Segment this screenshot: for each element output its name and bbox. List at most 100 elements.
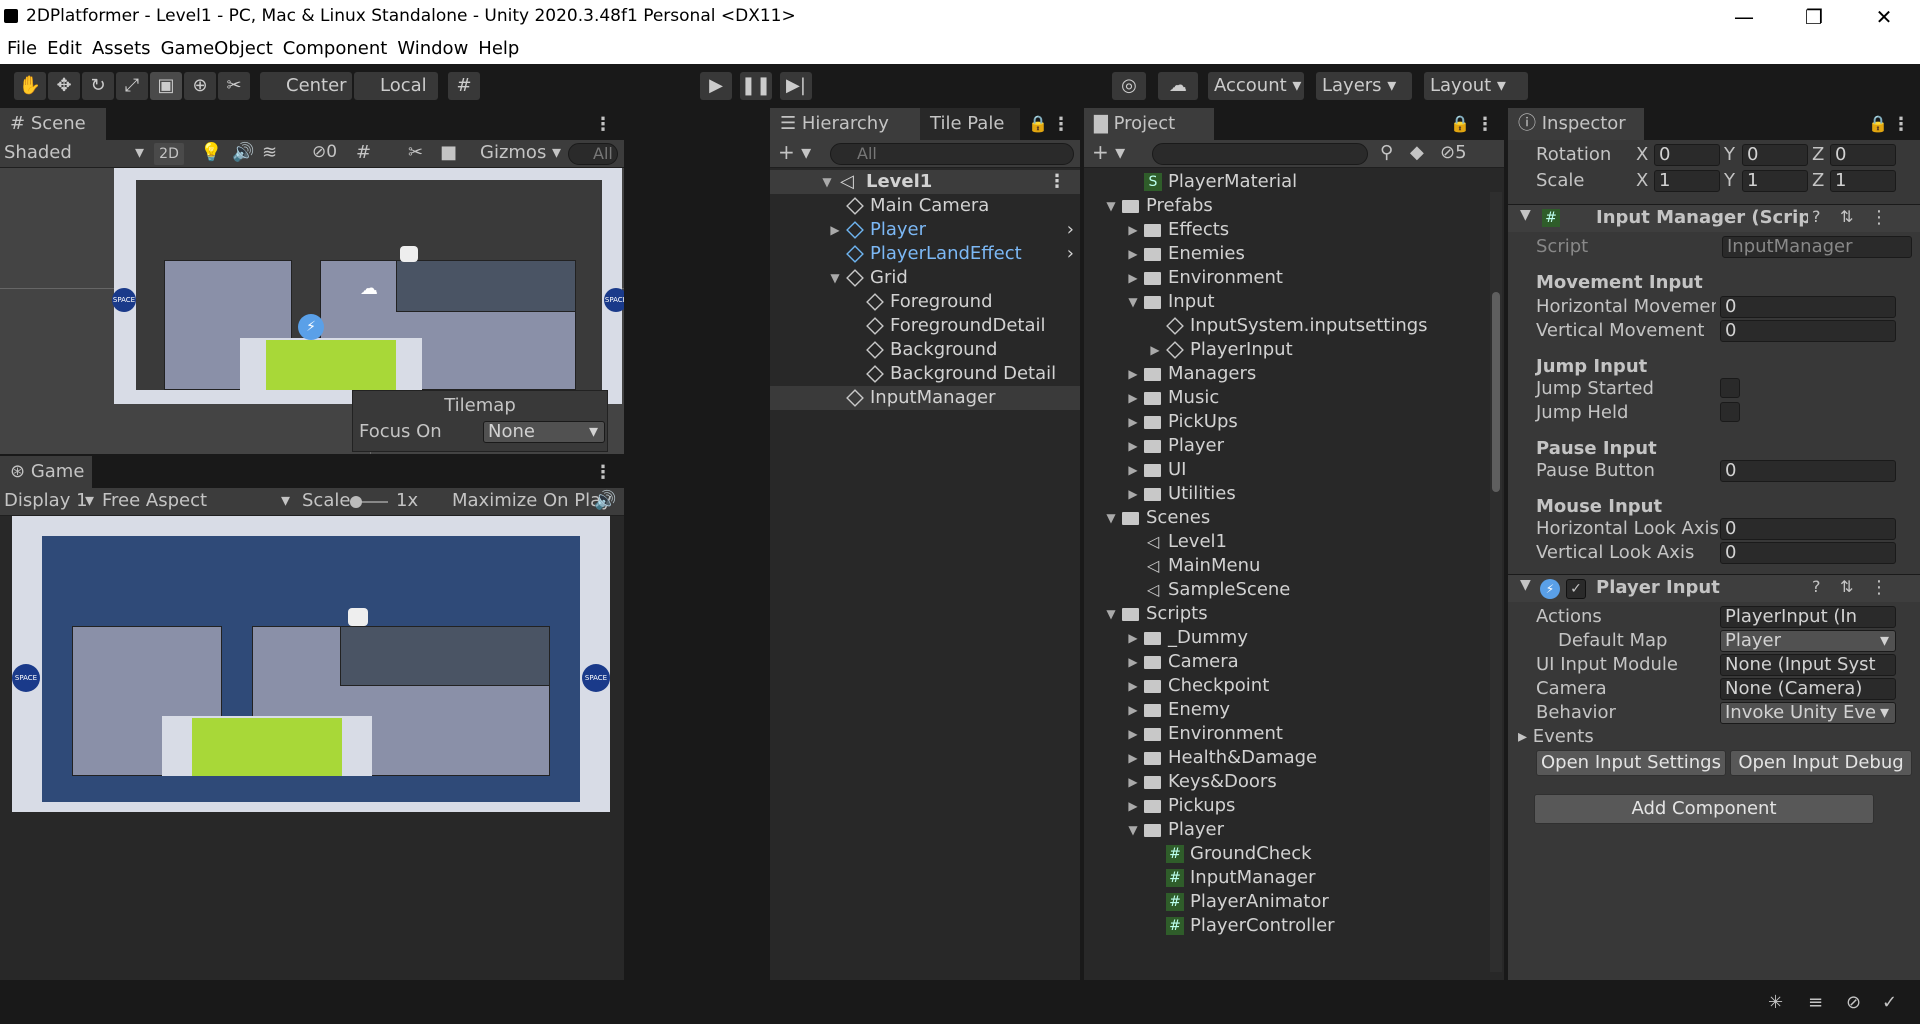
step-button[interactable]: ▶| <box>780 72 812 100</box>
foldout-arrow-icon[interactable]: ▼ <box>1126 290 1140 314</box>
hierarchy-item[interactable]: Main Camera <box>770 194 1080 218</box>
gizmos-dropdown[interactable]: Gizmos ▾ <box>480 142 561 163</box>
tab-inspector[interactable]: ⓘ Inspector <box>1508 108 1644 140</box>
hierarchy-item[interactable]: Foreground <box>770 290 1080 314</box>
default-map-dropdown[interactable]: Player ▾ <box>1720 630 1896 652</box>
check-icon[interactable]: ✓ <box>1882 992 1897 1013</box>
scale-tool-icon[interactable]: ⤢ <box>116 72 148 100</box>
tab-hierarchy[interactable]: ☰ Hierarchy <box>770 108 920 140</box>
foldout-arrow-icon[interactable]: ▶ <box>1126 458 1140 482</box>
foldout-arrow-icon[interactable]: ▶ <box>1126 362 1140 386</box>
hierarchy-item[interactable]: Background <box>770 338 1080 362</box>
hidden-packages-icon[interactable]: ⊘5 <box>1440 142 1467 163</box>
horizontal-look-field[interactable]: 0 <box>1720 518 1896 540</box>
menu-assets[interactable]: Assets <box>87 34 156 64</box>
lighting-icon[interactable]: 💡 <box>200 142 222 163</box>
grid-snap-icon[interactable]: # <box>448 72 480 100</box>
foldout-arrow-icon[interactable]: ▼ <box>1520 207 1531 223</box>
aspect-dropdown[interactable]: Free Aspect ▾ <box>102 490 290 511</box>
custom-tool-icon[interactable]: ✂ <box>218 72 250 100</box>
player-input-header[interactable]: ▼ ⚡ ✓ Player Input ? ⇅ ⋮ <box>1508 574 1920 602</box>
menu-help[interactable]: Help <box>473 34 524 64</box>
transform-tool-icon[interactable]: ⊕ <box>184 72 216 100</box>
project-item[interactable]: # PlayerController <box>1084 914 1488 938</box>
scale-x-field[interactable]: 1 <box>1654 170 1720 192</box>
account-dropdown[interactable]: Account ▾ <box>1208 72 1304 100</box>
pause-button[interactable]: ❚❚ <box>740 72 772 100</box>
scene-search-input[interactable]: All <box>568 143 618 165</box>
component-menu-icon[interactable]: ⋮ <box>1870 577 1888 598</box>
game-viewport[interactable]: SPACE SPACE <box>12 516 610 812</box>
project-item[interactable]: # InputManager <box>1084 866 1488 890</box>
tools-icon[interactable]: ✂ <box>408 142 423 163</box>
behavior-dropdown[interactable]: Invoke Unity Eve ▾ <box>1720 702 1896 724</box>
pivot-local-button[interactable]: Local <box>354 72 438 100</box>
cache-icon[interactable]: ≡ <box>1808 992 1823 1013</box>
focus-on-dropdown[interactable]: None ▾ <box>483 421 605 443</box>
project-item[interactable]: ▼ Input <box>1084 290 1488 314</box>
foldout-arrow-icon[interactable]: ▼ <box>1104 194 1118 218</box>
input-manager-icon[interactable]: ⚡ <box>298 314 324 340</box>
project-item[interactable]: ▶ Health&Damage <box>1084 746 1488 770</box>
collab-icon[interactable]: ◎ <box>1112 72 1146 100</box>
foldout-arrow-icon[interactable]: ▶ <box>828 218 842 242</box>
cloud-icon[interactable]: ☁ <box>1158 72 1198 100</box>
layout-dropdown[interactable]: Layout ▾ <box>1424 72 1528 100</box>
component-menu-icon[interactable]: ⋮ <box>1870 207 1888 228</box>
foldout-arrow-icon[interactable]: ▼ <box>1126 818 1140 842</box>
foldout-arrow-icon[interactable]: ▶ <box>1126 698 1140 722</box>
hierarchy-item[interactable]: Background Detail <box>770 362 1080 386</box>
foldout-arrow-icon[interactable]: ▶ <box>1126 770 1140 794</box>
grid-icon[interactable]: # <box>356 142 371 163</box>
project-item[interactable]: ▶ UI <box>1084 458 1488 482</box>
rotate-tool-icon[interactable]: ↻ <box>82 72 114 100</box>
foldout-arrow-icon[interactable]: ▶ <box>1126 674 1140 698</box>
project-item[interactable]: S PlayerMaterial <box>1084 170 1488 194</box>
project-item[interactable]: ▶ Checkpoint <box>1084 674 1488 698</box>
project-item[interactable]: ▶ Managers <box>1084 362 1488 386</box>
hierarchy-item[interactable]: ▼ Grid <box>770 266 1080 290</box>
input-manager-header[interactable]: ▼ # Input Manager (Script) ? ⇅ ⋮ <box>1508 204 1920 232</box>
events-foldout[interactable]: ▸ Events <box>1518 726 1594 747</box>
foldout-arrow-icon[interactable]: ▶ <box>1126 242 1140 266</box>
project-menu-icon[interactable]: ⋮ <box>1476 114 1494 135</box>
foldout-arrow-icon[interactable]: ▶ <box>1126 482 1140 506</box>
pivot-center-button[interactable]: Center <box>260 72 352 100</box>
lock-icon[interactable]: 🔒 <box>1028 114 1048 133</box>
foldout-arrow-icon[interactable]: ▶ <box>1126 746 1140 770</box>
project-item[interactable]: ▶ Music <box>1084 386 1488 410</box>
foldout-arrow-icon[interactable]: ▶ <box>1126 434 1140 458</box>
jump-held-checkbox[interactable] <box>1720 402 1740 422</box>
tab-project[interactable]: ▇ Project <box>1084 108 1214 140</box>
2d-toggle[interactable]: 2D <box>154 143 184 165</box>
hierarchy-item[interactable]: ForegroundDetail <box>770 314 1080 338</box>
project-item[interactable]: InputSystem.inputsettings <box>1084 314 1488 338</box>
rotation-x-field[interactable]: 0 <box>1654 144 1720 166</box>
scene-menu-icon[interactable]: ⋮ <box>594 114 612 135</box>
vertical-movement-field[interactable]: 0 <box>1720 320 1896 342</box>
debug-icon[interactable]: ✳ <box>1768 992 1783 1013</box>
menu-component[interactable]: Component <box>278 34 393 64</box>
effects-icon[interactable]: ≋ <box>262 142 277 163</box>
progress-icon[interactable]: ⊘ <box>1846 992 1861 1013</box>
project-item[interactable]: # PlayerAnimator <box>1084 890 1488 914</box>
menu-file[interactable]: File <box>2 34 42 64</box>
project-item[interactable]: ▼ Player <box>1084 818 1488 842</box>
project-item[interactable]: ▶ Keys&Doors <box>1084 770 1488 794</box>
actions-field[interactable]: PlayerInput (In <box>1720 606 1896 628</box>
foldout-arrow-icon[interactable]: ▼ <box>828 266 842 290</box>
project-item[interactable]: ▼ Scenes <box>1084 506 1488 530</box>
project-item[interactable]: # GroundCheck <box>1084 842 1488 866</box>
move-tool-icon[interactable]: ✥ <box>48 72 80 100</box>
tab-game[interactable]: ⊛ Game <box>0 456 92 488</box>
project-item[interactable]: ▼ Scripts <box>1084 602 1488 626</box>
hand-tool-icon[interactable]: ✋ <box>14 72 46 100</box>
open-input-settings-button[interactable]: Open Input Settings <box>1536 750 1726 776</box>
project-item[interactable]: ▶ PlayerInput <box>1084 338 1488 362</box>
play-button[interactable]: ▶ <box>700 72 732 100</box>
hierarchy-item[interactable]: PlayerLandEffect › <box>770 242 1080 266</box>
project-create-button[interactable]: + ▾ <box>1092 140 1125 164</box>
display-dropdown[interactable]: Display 1 ▾ <box>4 490 94 511</box>
pause-button-field[interactable]: 0 <box>1720 460 1896 482</box>
chevron-right-icon[interactable]: › <box>1067 218 1074 242</box>
